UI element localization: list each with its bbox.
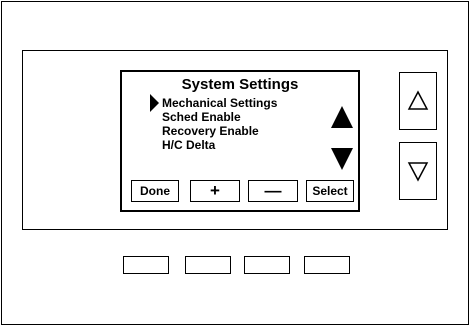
screen-title: System Settings [181, 76, 299, 93]
done-button[interactable]: Done [131, 180, 179, 202]
menu-item-recovery-enable[interactable]: Recovery Enable [146, 124, 326, 138]
nav-up-button[interactable] [399, 72, 437, 130]
hardware-key-1[interactable] [123, 256, 169, 274]
menu-item-sched-enable[interactable]: Sched Enable [146, 110, 326, 124]
menu-item-label: Mechanical Settings [162, 96, 278, 110]
minus-button[interactable]: — [248, 180, 298, 202]
menu-item-label: Sched Enable [162, 110, 241, 124]
up-triangle-outline-icon [407, 90, 429, 110]
menu-item-mechanical-settings[interactable]: Mechanical Settings [146, 94, 326, 112]
select-button[interactable]: Select [306, 180, 354, 202]
plus-button[interactable]: + [190, 180, 240, 202]
hardware-key-4[interactable] [304, 256, 350, 274]
scroll-up-icon [331, 106, 353, 128]
settings-menu: Mechanical Settings Sched Enable Recover… [146, 94, 326, 152]
menu-item-label: H/C Delta [162, 138, 216, 152]
down-triangle-outline-icon [407, 162, 429, 182]
hardware-key-2[interactable] [185, 256, 231, 274]
hardware-key-3[interactable] [244, 256, 290, 274]
nav-down-button[interactable] [399, 142, 437, 200]
menu-item-hc-delta[interactable]: H/C Delta [146, 138, 326, 152]
menu-item-label: Recovery Enable [162, 124, 259, 138]
scroll-down-icon [331, 148, 353, 170]
